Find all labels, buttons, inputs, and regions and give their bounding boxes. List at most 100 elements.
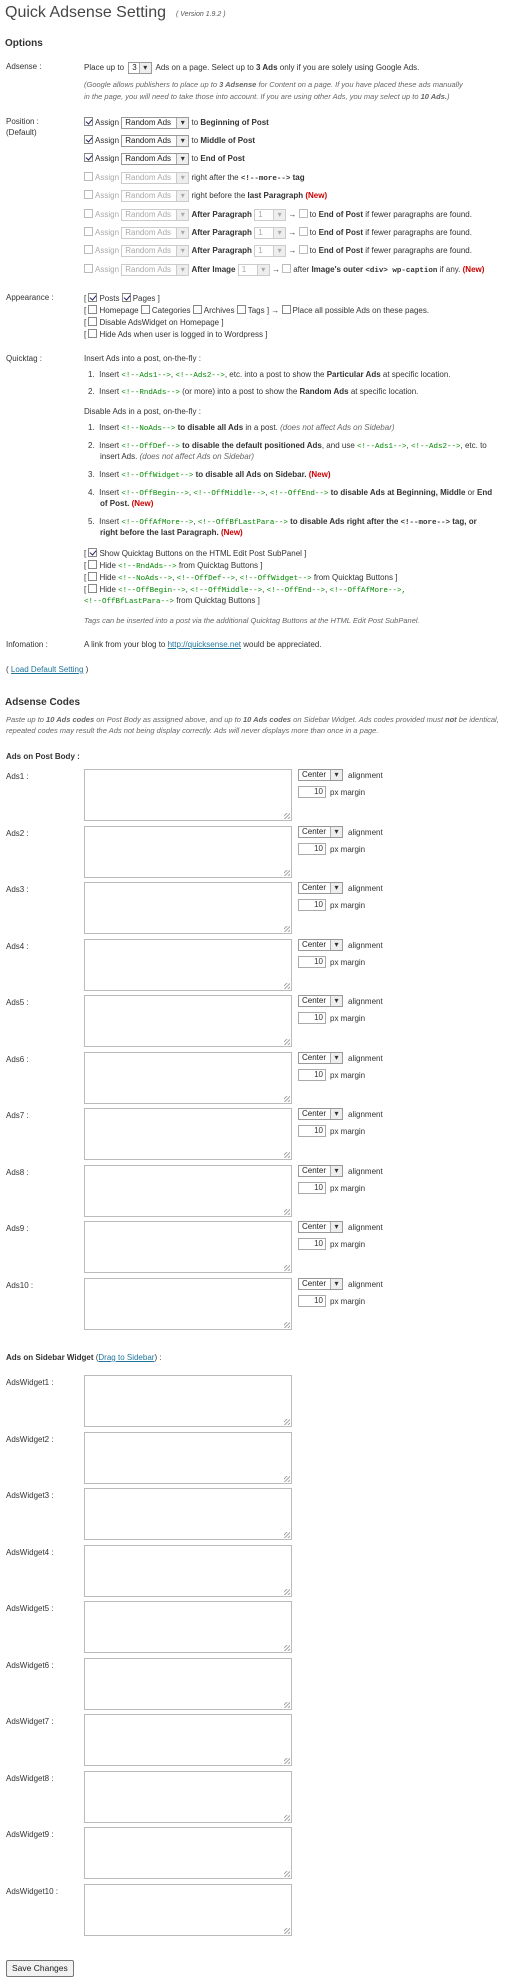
para-number-select[interactable]: 1: [254, 208, 287, 221]
ads-select[interactable]: Random Ads: [121, 244, 190, 257]
homepage-checkbox[interactable]: [88, 305, 98, 314]
bracket-open: [: [84, 306, 87, 315]
alignment-select[interactable]: Center: [298, 1221, 343, 1233]
fallback-checkbox[interactable]: [298, 227, 308, 236]
widget-code-textarea[interactable]: [84, 1771, 292, 1823]
margin-input[interactable]: 10: [298, 1012, 326, 1024]
image-number-select[interactable]: 1: [237, 263, 270, 276]
save-changes-button[interactable]: Save Changes: [6, 1960, 74, 1977]
ads-select[interactable]: Random Ads: [121, 263, 190, 276]
fallback-checkbox[interactable]: [298, 209, 308, 218]
tags-checkbox[interactable]: [236, 305, 246, 314]
ads-select[interactable]: Random Ads: [121, 116, 190, 129]
hide-off-checkbox[interactable]: [88, 584, 98, 593]
ads-label: Ads3 :: [6, 885, 29, 894]
posts-checkbox[interactable]: [88, 293, 98, 302]
end-text: at specific location.: [350, 387, 419, 396]
ads-code-textarea[interactable]: [84, 1052, 292, 1104]
widget-code-textarea[interactable]: [84, 1432, 292, 1484]
to-label: to: [191, 154, 199, 163]
widget-code-textarea[interactable]: [84, 1601, 292, 1653]
ads-select[interactable]: Random Ads: [121, 189, 190, 202]
margin-input[interactable]: 10: [298, 786, 326, 798]
alignment-select[interactable]: Center: [298, 1052, 343, 1064]
widget-code-textarea[interactable]: [84, 1884, 292, 1936]
ads-code-textarea[interactable]: [84, 995, 292, 1047]
alignment-select[interactable]: Center: [298, 1165, 343, 1177]
widget-code-textarea[interactable]: [84, 1658, 292, 1710]
bracket-open: [: [84, 294, 87, 303]
place-all-checkbox[interactable]: [281, 305, 291, 314]
ads-code-textarea[interactable]: [84, 1165, 292, 1217]
appearance-line-1: [ Posts Pages ]: [84, 293, 160, 303]
widget-code-textarea[interactable]: [84, 1375, 292, 1427]
position-checkbox[interactable]: [84, 209, 93, 218]
ads-select[interactable]: Random Ads: [121, 134, 190, 147]
widget-code-textarea[interactable]: [84, 1545, 292, 1597]
alignment-select[interactable]: Center: [298, 1108, 343, 1120]
fallback-checkbox[interactable]: [298, 245, 308, 254]
para-number-select[interactable]: 1: [254, 226, 287, 239]
widget-code-textarea[interactable]: [84, 1827, 292, 1879]
adsense-count-select[interactable]: 3: [128, 62, 152, 74]
adsense-post2: only if you are solely using Google Ads.: [279, 63, 420, 73]
hide-rnd-checkbox[interactable]: [88, 560, 98, 569]
hide-logged-in-checkbox[interactable]: [88, 329, 98, 338]
position-checkbox[interactable]: [84, 245, 93, 254]
position-checkbox[interactable]: [84, 227, 93, 236]
alignment-label: alignment: [348, 1280, 383, 1289]
ads-code-textarea[interactable]: [84, 882, 292, 934]
ads-code-textarea[interactable]: [84, 939, 292, 991]
margin-input[interactable]: 10: [298, 1295, 326, 1307]
ads-code-textarea[interactable]: [84, 1108, 292, 1160]
position-checkbox[interactable]: [84, 135, 93, 144]
position-checkbox[interactable]: [84, 190, 93, 199]
para-number-select[interactable]: 1: [254, 244, 287, 257]
hide-noads-checkbox[interactable]: [88, 572, 98, 581]
ads-code-textarea[interactable]: [84, 1278, 292, 1330]
widget-code-textarea[interactable]: [84, 1488, 292, 1540]
archives-checkbox[interactable]: [192, 305, 202, 314]
ads-select[interactable]: Random Ads: [121, 152, 190, 165]
ads-select[interactable]: Random Ads: [121, 226, 190, 239]
position-checkbox[interactable]: [84, 172, 93, 181]
margin-input[interactable]: 10: [298, 1182, 326, 1194]
target-label: End of Post: [200, 154, 245, 163]
to-label: to: [191, 118, 199, 127]
after-image-checkbox[interactable]: [282, 264, 292, 273]
show-quicktag-checkbox[interactable]: [88, 548, 98, 557]
alignment-select[interactable]: Center: [298, 882, 343, 894]
disable-widget-checkbox[interactable]: [88, 317, 98, 326]
margin-input[interactable]: 10: [298, 1238, 326, 1250]
alignment-select[interactable]: Center: [298, 939, 343, 951]
page-title: Quick Adsense Setting: [5, 4, 166, 21]
alignment-select[interactable]: Center: [298, 995, 343, 1007]
position-checkbox[interactable]: [84, 153, 93, 162]
position-checkbox[interactable]: [84, 117, 93, 126]
ads-select[interactable]: Random Ads: [121, 171, 190, 184]
margin-input[interactable]: 10: [298, 1125, 326, 1137]
after-para-label: After Paragraph: [191, 246, 252, 255]
position-row-after-para-1: Assign Random Ads After Paragraph 1 → to…: [84, 208, 472, 222]
alignment-select[interactable]: Center: [298, 769, 343, 781]
drag-to-sidebar-link[interactable]: Drag to Sidebar: [98, 1353, 154, 1362]
ads-code-textarea[interactable]: [84, 769, 292, 821]
margin-input[interactable]: 10: [298, 899, 326, 911]
insert-word: Insert: [99, 488, 120, 497]
widget-code-textarea[interactable]: [84, 1714, 292, 1766]
margin-input[interactable]: 10: [298, 843, 326, 855]
last-para-b: last Paragraph: [247, 191, 304, 200]
alignment-select[interactable]: Center: [298, 826, 343, 838]
alignment-select[interactable]: Center: [298, 1278, 343, 1290]
ads-code-textarea[interactable]: [84, 826, 292, 878]
position-checkbox[interactable]: [84, 264, 93, 273]
homepage-label: Homepage: [99, 306, 139, 315]
categories-checkbox[interactable]: [140, 305, 150, 314]
pages-checkbox[interactable]: [121, 293, 131, 302]
load-default-link[interactable]: Load Default Setting: [11, 665, 84, 674]
margin-input[interactable]: 10: [298, 956, 326, 968]
margin-input[interactable]: 10: [298, 1069, 326, 1081]
quicksense-link[interactable]: http://quicksense.net: [168, 640, 241, 649]
ads-code-textarea[interactable]: [84, 1221, 292, 1273]
ads-select[interactable]: Random Ads: [121, 208, 190, 221]
